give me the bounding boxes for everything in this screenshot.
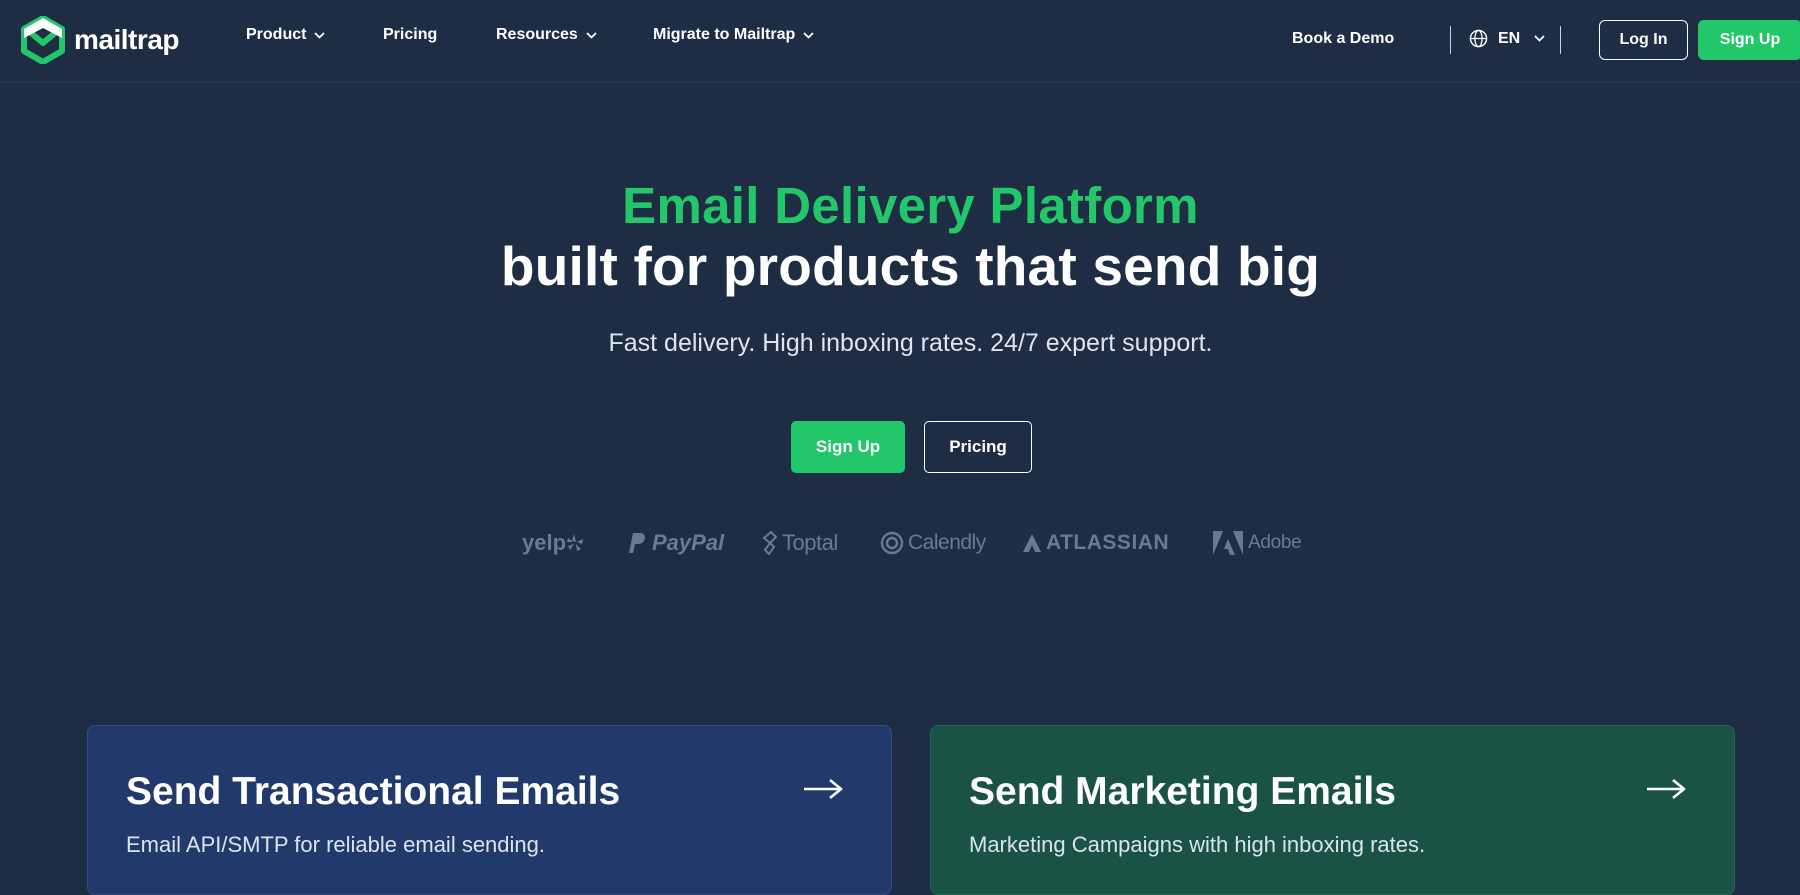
nav-item-label: Product [246,26,307,43]
atlassian-logo-text: ATLASSIAN [1046,531,1170,554]
client-logos: yelp PayPal Toptal Calendly ATLASSIAN Ad… [0,526,1800,560]
hero-pricing-button[interactable]: Pricing [924,421,1032,473]
paypal-icon [629,533,645,553]
mailtrap-logo[interactable]: mailtrap [21,16,179,64]
atlassian-icon [1023,534,1041,552]
arrow-right-icon[interactable] [1646,778,1686,800]
toptal-logo-text: Toptal [782,530,838,555]
divider [1560,26,1561,54]
login-button[interactable]: Log In [1599,20,1688,60]
adobe-logo: Adobe [1212,526,1302,560]
hero-title: Email Delivery Platform [622,177,1199,234]
nav-item-product[interactable]: Product [246,26,326,44]
globe-icon [1469,29,1488,48]
nav-item-label: Pricing [383,26,438,43]
top-navigation: mailtrap Product Pricing Resources Migra… [0,0,1800,83]
nav-item-migrate[interactable]: Migrate to Mailtrap [653,26,814,44]
atlassian-logo: ATLASSIAN [1022,526,1169,560]
toptal-logo: Toptal [762,526,838,560]
divider [1450,26,1451,54]
book-demo-link[interactable]: Book a Demo [1292,30,1394,48]
yelp-logo-text: yelp [522,530,567,555]
card-title: Send Marketing Emails [969,770,1396,813]
calendly-logo: Calendly [880,526,986,560]
nav-item-label: Migrate to Mailtrap [653,26,796,43]
chevron-down-icon [1534,35,1545,42]
transactional-emails-card[interactable]: Send Transactional Emails Email API/SMTP… [87,725,892,895]
paypal-logo-text: PayPal [652,530,725,555]
toptal-icon [762,531,778,555]
adobe-icon [1213,531,1243,555]
calendly-logo-text: Calendly [908,531,986,554]
hero-subtitle: Fast delivery. High inboxing rates. 24/7… [608,329,1213,357]
nav-item-pricing[interactable]: Pricing [383,26,437,44]
adobe-logo-text: Adobe [1248,532,1302,553]
card-description: Email API/SMTP for reliable email sendin… [126,832,545,857]
card-title: Send Transactional Emails [126,770,621,813]
card-description: Marketing Campaigns with high inboxing r… [969,832,1426,857]
chevron-down-icon [314,31,326,39]
marketing-emails-card[interactable]: Send Marketing Emails Marketing Campaign… [930,725,1735,895]
mailtrap-logo-icon [21,16,65,64]
hero-signup-button[interactable]: Sign Up [791,421,905,473]
nav-item-resources[interactable]: Resources [496,26,597,44]
language-label: EN [1498,29,1521,47]
chevron-down-icon [803,31,814,39]
language-selector[interactable]: EN [1469,29,1545,48]
calendly-icon [880,531,904,555]
paypal-logo: PayPal [628,526,724,560]
signup-button[interactable]: Sign Up [1698,20,1800,60]
yelp-logo: yelp [522,526,588,560]
yelp-burst-icon [567,534,584,551]
chevron-down-icon [586,31,597,39]
arrow-right-icon[interactable] [803,778,843,800]
brand-name: mailtrap [74,24,179,55]
nav-item-label: Resources [496,26,578,43]
hero-title-secondary: built for products that send big [500,235,1321,297]
